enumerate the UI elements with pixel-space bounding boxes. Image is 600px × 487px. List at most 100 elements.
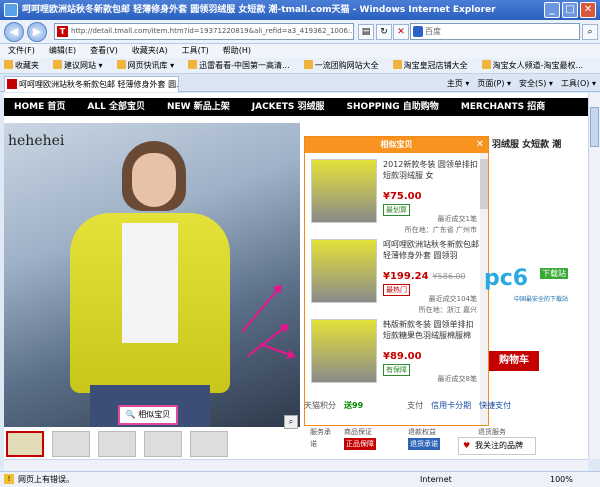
similar-item[interactable]: 呵呵哩欧洲站秋冬新款包邮 轻薄修身外套 圆领羽 ¥199.24 ¥586.00 最… [311,239,481,319]
pc6-slogan: 中国最安全的下载站 [514,296,569,303]
nav-merchants[interactable]: MERCHANTS 招商 [461,98,545,116]
thumbnail[interactable] [52,431,90,457]
thumbnail[interactable] [144,431,182,457]
quick-pay-link[interactable]: 快捷支付 [479,399,511,413]
favorites-bar: 收藏夹 建议网站 ▾ 网页快讯库 ▾ 迅雷看看-中国第一高清... 一流团购网站… [0,58,600,74]
similar-item-image[interactable] [311,319,377,383]
pc6-download-badge: 下载站 [540,268,568,279]
favorites-button[interactable]: 收藏夹 [4,58,39,73]
refund-col: 退款权益 退货承诺 [408,426,440,450]
similar-item-image[interactable] [311,239,377,303]
thumbnail[interactable] [98,431,136,457]
refresh-button[interactable]: ↻ [376,24,392,40]
maximize-button[interactable]: □ [562,2,578,18]
horizontal-scrollbar[interactable] [4,459,588,471]
tab-current[interactable]: 呵呵哩欧洲站秋冬新款包邮 轻薄修身外套 圆... [4,76,179,92]
status-error-text[interactable]: 网页上有错误。 [4,472,74,487]
status-zoom[interactable]: 100% [550,472,573,487]
popup-title: 相似宝贝 [380,140,413,149]
thumbnail-strip [4,431,304,459]
service-label: 服务承诺 [310,428,331,448]
similar-item-price: ¥75.00 [383,191,426,202]
refund-badge[interactable]: 退货承诺 [408,438,440,450]
page-scrollbar[interactable] [588,93,600,459]
safety-menu-button[interactable]: 安全(S) ▾ [519,76,553,91]
store-nav: HOME 首页 ALL 全部宝贝 NEW 新品上架 JACKETS 羽绒服 SH… [4,98,588,116]
nav-all[interactable]: ALL 全部宝贝 [87,98,145,116]
nav-home[interactable]: HOME 首页 [14,98,65,116]
points-row: 天猫积分 送99 支付 信用卡分期 快捷支付 [304,399,588,413]
similar-item-tag: 有保障 [383,364,410,376]
command-bar: 主页 ▾ 页面(P) ▾ 安全(S) ▾ 工具(O) ▾ [447,76,596,91]
compat-view-button[interactable]: ▤ [358,24,374,40]
thumbnail[interactable] [6,431,44,457]
fav-item-xunlei[interactable]: 迅雷看看-中国第一高清... [188,58,290,73]
pay-label: 支付 [407,401,424,410]
tools-menu-button[interactable]: 工具(O) ▾ [561,76,596,91]
nav-new[interactable]: NEW 新品上架 [167,98,230,116]
popup-scroll-thumb[interactable] [480,159,488,209]
page-icon [53,60,62,69]
similar-item-title[interactable]: 呵呵哩欧洲站秋冬新款包邮 轻薄修身外套 圆领羽 [383,239,479,272]
fav-item-tuangou[interactable]: 一流团购网站大全 [303,58,379,73]
search-input[interactable]: 百度 [410,23,580,40]
nav-shopping[interactable]: SHOPPING 自助购物 [347,98,439,116]
address-bar: ◀ ▶ T http://detail.tmall.com/item.htm?i… [0,20,600,44]
ie-app-icon [4,3,18,17]
menu-favorites[interactable]: 收藏夹(A) [132,44,168,58]
menu-view[interactable]: 查看(V) [90,44,118,58]
close-button[interactable]: ✕ [580,2,596,18]
model-face [132,153,176,207]
back-button[interactable]: ◀ [4,22,24,42]
product-title: 羽绒服 女短款 潮 [492,140,562,150]
add-to-cart-button[interactable]: 购物车 [489,351,539,371]
product-main-image[interactable]: hehehei [4,123,300,427]
fav-item-tuangou-label: 一流团购网站大全 [314,61,379,70]
page-icon [303,60,313,69]
price-value: ¥89.00 [383,351,422,362]
similar-item-title[interactable]: 2012新款冬装 圆领单排扣短款羽绒服 女 [383,159,479,192]
pc6-watermark: pc6 下载站 中国最安全的下载站 [484,266,588,306]
menu-bar: 文件(F) 编辑(E) 查看(V) 收藏夹(A) 工具(T) 帮助(H) [0,44,600,58]
page-scroll-thumb[interactable] [590,107,599,147]
points-value: 送99 [344,401,364,410]
menu-tools[interactable]: 工具(T) [182,44,209,58]
popup-header: 相似宝贝 ✕ [305,137,488,153]
menu-edit[interactable]: 编辑(E) [49,44,76,58]
fav-item-webslice[interactable]: 网页快讯库 ▾ [116,58,174,73]
home-button[interactable]: 主页 ▾ [447,76,470,91]
old-price: ¥586.00 [432,272,466,281]
credit-card-link[interactable]: 信用卡分期 [431,399,471,413]
menu-file[interactable]: 文件(F) [8,44,35,58]
guarantee-col: 商品保证 正品保障 [344,426,376,450]
page-icon [116,60,126,69]
search-go-button[interactable]: ⌕ [582,24,598,40]
minimize-button[interactable]: _ [544,2,560,18]
page-menu-button[interactable]: 页面(P) ▾ [477,76,511,91]
similar-item-image[interactable] [311,159,377,223]
fav-item-xunlei-label: 迅雷看看-中国第一高清... [199,61,290,70]
nav-jackets[interactable]: JACKETS 羽绒服 [252,98,325,116]
points-label: 天猫积分 [304,401,336,410]
thumbnail[interactable] [190,431,228,457]
url-text: http://detail.tmall.com/item.htm?id=1937… [71,27,354,35]
similar-items-button[interactable]: 🔍 相似宝贝 [118,405,178,425]
guarantee-badge[interactable]: 正品保障 [344,438,376,450]
zoom-icon[interactable]: ⌕ [284,415,298,429]
stop-button[interactable]: ✕ [393,24,409,40]
similar-item[interactable]: 2012新款冬装 圆领单排扣短款羽绒服 女 ¥75.00 最划算 最近成交1笔 … [311,159,481,239]
popup-close-icon[interactable]: ✕ [476,137,484,153]
status-bar: 网页上有错误。 Internet 100% [0,471,600,487]
similar-item-sold: 最近成交1笔 [437,215,477,223]
menu-help[interactable]: 帮助(H) [223,44,251,58]
url-field[interactable]: T http://detail.tmall.com/item.htm?id=19… [54,23,354,40]
forward-button[interactable]: ▶ [27,22,47,42]
similar-item-title[interactable]: 韩版新款冬装 圆领单排扣短款糖果色羽绒服棉服棉 [383,319,479,352]
magnifier-icon: 🔍 [125,410,136,419]
similar-item-price: ¥89.00 [383,351,426,362]
fav-item-suggested[interactable]: 建议网站 ▾ [53,58,103,73]
follow-brand-button[interactable]: 我关注的品牌 [458,437,536,455]
fav-item-taobao-crown[interactable]: 淘宝皇冠店铺大全 [392,58,468,73]
fav-item-taobao-women[interactable]: 淘宝女人频道-淘宝最权... [481,58,583,73]
similar-item[interactable]: 韩版新款冬装 圆领单排扣短款糖果色羽绒服棉服棉 ¥89.00 有保障 最近成交8… [311,319,481,399]
